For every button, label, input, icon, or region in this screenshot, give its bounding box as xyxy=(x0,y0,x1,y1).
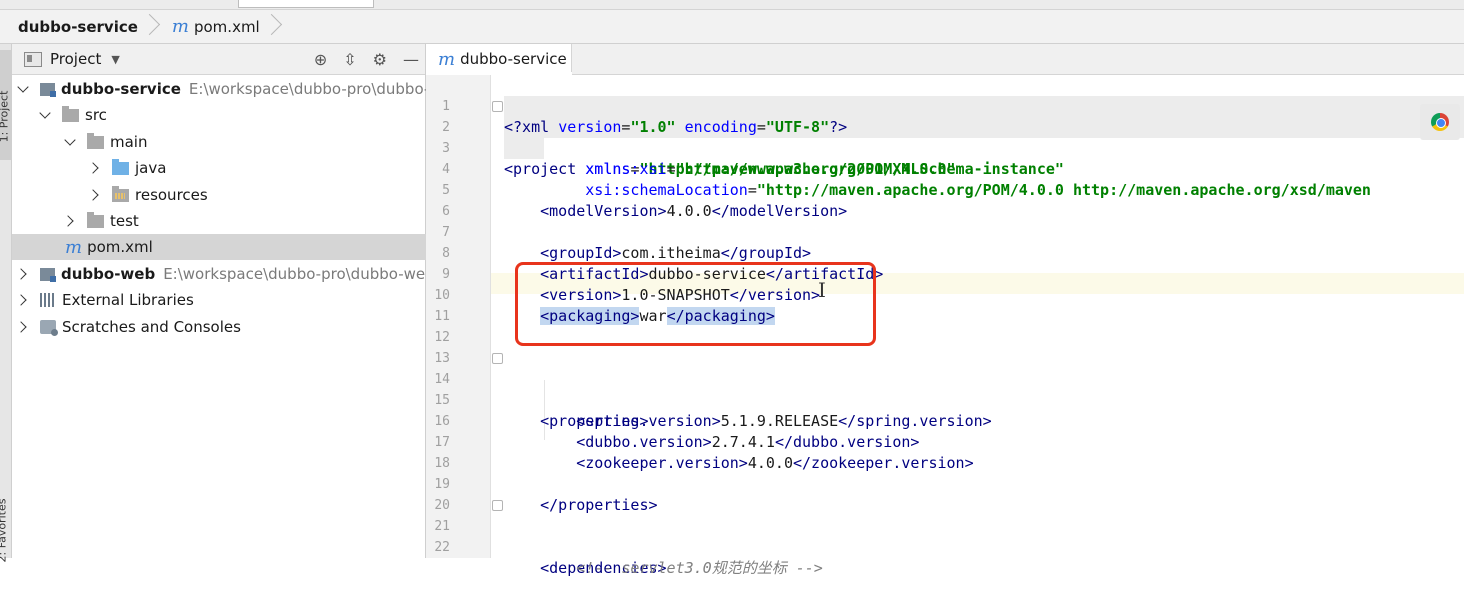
tree-item-label: main xyxy=(110,133,148,151)
breadcrumb-file[interactable]: m pom.xml xyxy=(154,10,266,43)
locate-icon[interactable]: ⊕ xyxy=(314,50,327,69)
chevron-right-icon[interactable] xyxy=(18,295,28,305)
tree-item-label: java xyxy=(135,159,167,177)
scratches-icon xyxy=(40,320,58,336)
fold-icon[interactable] xyxy=(492,500,503,511)
tree-item-label: dubbo-service xyxy=(61,80,181,98)
breadcrumb-file-label: pom.xml xyxy=(193,17,260,36)
code-line-17[interactable]: 17 <zookeeper.version>4.0.0</zookeeper.v… xyxy=(426,411,1464,472)
code-line-14[interactable]: 14 <properties> xyxy=(426,348,1464,430)
token: <!-- servlet3.0规范的坐标 --> xyxy=(576,559,823,577)
line-number: 22 xyxy=(434,540,450,555)
chevron-right-icon[interactable] xyxy=(18,322,28,332)
chevron-right-icon[interactable] xyxy=(65,216,75,226)
fold-icon[interactable] xyxy=(492,353,503,364)
library-icon xyxy=(40,293,56,307)
chevron-down-icon[interactable] xyxy=(65,137,75,147)
chevron-right-icon[interactable] xyxy=(18,269,28,279)
breadcrumb-separator xyxy=(144,10,154,43)
code-line-5[interactable]: 5 <modelVersion>4.0.0</modelVersion> xyxy=(426,159,1464,220)
maven-icon: m xyxy=(65,236,83,258)
annotation-highlight-box xyxy=(515,262,876,346)
module-icon xyxy=(40,82,56,97)
module-icon xyxy=(40,267,56,282)
code-line-2[interactable]: 2 <project xmlns="http://maven.apache.or… xyxy=(426,96,1464,178)
open-in-browser-button[interactable] xyxy=(1420,104,1460,140)
folder-icon xyxy=(87,211,104,228)
fold-icon[interactable] xyxy=(492,101,503,112)
editor-tab-label: dubbo-service xyxy=(460,50,567,68)
maven-icon: m xyxy=(438,48,456,70)
folder-icon xyxy=(62,105,79,122)
tree-item-dubbo-service[interactable]: dubbo-service E:\workspace\dubbo-pro\dub… xyxy=(12,76,431,102)
collapse-all-icon[interactable]: ⇳ xyxy=(343,50,356,69)
tree-item-src[interactable]: src xyxy=(12,102,453,128)
tree-item-scratches[interactable]: Scratches and Consoles xyxy=(12,314,431,340)
breadcrumb-project[interactable]: dubbo-service xyxy=(0,10,144,43)
code-line-16[interactable]: 16 <dubbo.version>2.7.4.1</dubbo.version… xyxy=(426,390,1464,451)
chevron-right-icon[interactable] xyxy=(90,190,100,200)
code-line-7[interactable]: 7 <groupId>com.itheima</groupId> xyxy=(426,201,1464,262)
chevron-down-icon[interactable] xyxy=(40,110,50,120)
tree-item-pom[interactable]: m pom.xml xyxy=(12,234,456,260)
folder-icon xyxy=(87,132,104,149)
project-panel-title[interactable]: Project xyxy=(50,50,101,68)
code-line-22[interactable]: 22 <!-- servlet3.0规范的坐标 --> xyxy=(426,516,1464,577)
tree-item-label: test xyxy=(110,212,139,230)
project-panel-header: Project ▼ ⊕ ⇳ ⚙ — xyxy=(12,44,425,75)
code-line-21[interactable]: 21 <dependencies> xyxy=(426,495,1464,577)
project-tool-tab[interactable]: 1: Project xyxy=(0,50,11,160)
minimize-icon[interactable]: — xyxy=(403,50,419,69)
resources-folder-icon xyxy=(112,185,129,202)
tree-item-main[interactable]: main xyxy=(12,129,478,155)
code-line-19[interactable]: 19 </properties> xyxy=(426,453,1464,514)
code-line-3[interactable]: 3 xmlns:xsi="http://www.w3.org/2001/XMLS… xyxy=(426,117,1464,178)
gear-icon[interactable]: ⚙ xyxy=(373,50,387,69)
chrome-icon xyxy=(1431,113,1449,131)
text-cursor-icon: I xyxy=(818,278,826,302)
run-config-selector[interactable] xyxy=(238,0,374,8)
tree-item-label: src xyxy=(85,106,107,124)
main-toolbar xyxy=(0,0,1464,10)
project-view-icon xyxy=(24,51,42,67)
project-tool-tab-label: 1: Project xyxy=(0,90,11,143)
tree-item-label: resources xyxy=(135,186,208,204)
tree-item-path: E:\workspace\dubbo-pro\dubbo-we xyxy=(163,265,426,283)
chevron-down-icon[interactable]: ▼ xyxy=(111,53,119,66)
tree-item-test[interactable]: test xyxy=(12,208,478,234)
tree-item-label: dubbo-web xyxy=(61,265,156,283)
editor-tab-pom[interactable]: m dubbo-service xyxy=(426,44,572,75)
code-line-1[interactable]: 1 <?xml version="1.0" encoding="UTF-8"?> xyxy=(426,75,1464,136)
code-line-18[interactable]: 18 xyxy=(426,432,1464,471)
tree-item-external-libraries[interactable]: External Libraries xyxy=(12,287,431,313)
code-line-8[interactable]: 8 <artifactId>dubbo-service</artifactId> xyxy=(426,222,1464,283)
code-line-15[interactable]: 15 <spring.version>5.1.9.RELEASE</spring… xyxy=(426,369,1464,430)
maven-icon: m xyxy=(171,16,189,37)
code-line-4[interactable]: 4 xsi:schemaLocation="http://maven.apach… xyxy=(426,138,1464,199)
chevron-right-icon[interactable] xyxy=(90,163,100,173)
tree-item-path: E:\workspace\dubbo-pro\dubbo- xyxy=(188,80,430,98)
chevron-down-icon[interactable] xyxy=(18,84,28,94)
editor-tab-bar: m dubbo-service xyxy=(426,44,1464,75)
project-panel: Project ▼ ⊕ ⇳ ⚙ — dubbo-service E:\works… xyxy=(12,44,456,558)
left-tool-strip: 1: Project 2: Favorites xyxy=(0,44,12,562)
code-line-9[interactable]: 9 <version>1.0-SNAPSHOT</version> xyxy=(426,243,1464,304)
breadcrumb: dubbo-service m pom.xml xyxy=(0,10,1464,44)
tree-item-label: pom.xml xyxy=(87,238,153,256)
breadcrumb-separator xyxy=(266,10,276,43)
tree-item-dubbo-web[interactable]: dubbo-web E:\workspace\dubbo-pro\dubbo-w… xyxy=(12,261,431,287)
code-line-20[interactable]: 20 xyxy=(426,474,1464,513)
tree-item-label: Scratches and Consoles xyxy=(62,318,241,336)
favorites-tool-tab[interactable]: 2: Favorites xyxy=(0,499,8,563)
source-folder-icon xyxy=(112,158,129,175)
code-line-6[interactable]: 6 xyxy=(426,180,1464,219)
tree-item-label: External Libraries xyxy=(62,291,194,309)
